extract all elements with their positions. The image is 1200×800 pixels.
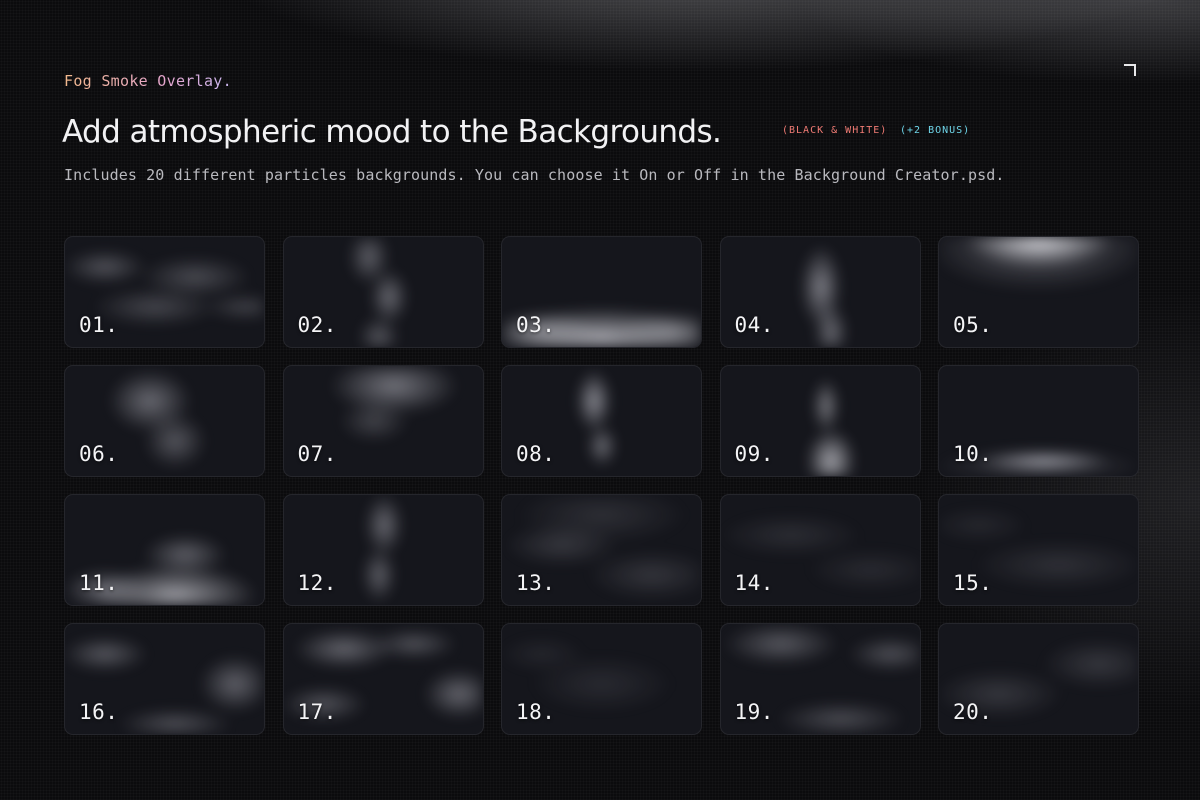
tile-number: 20. — [953, 700, 993, 724]
fog-tile[interactable]: 13. — [501, 494, 702, 606]
fog-tile[interactable]: 18. — [501, 623, 702, 735]
tile-number: 15. — [953, 571, 993, 595]
fog-tile[interactable]: 01. — [64, 236, 265, 348]
fog-tile[interactable]: 04. — [719, 236, 921, 348]
tile-number: 04. — [734, 313, 774, 337]
corner-bracket-icon — [1124, 64, 1136, 76]
tile-number: 13. — [516, 571, 556, 595]
tile-number: 19. — [734, 700, 774, 724]
fog-tile[interactable]: 12. — [282, 494, 484, 606]
tile-number: 17. — [297, 700, 337, 724]
fog-tile[interactable]: 11. — [64, 494, 265, 606]
tile-number: 03. — [516, 313, 556, 337]
fog-tile[interactable]: 06. — [64, 365, 265, 477]
tile-number: 12. — [297, 571, 337, 595]
tag-bonus: (+2 BONUS) — [900, 125, 971, 136]
fog-tile[interactable]: 14. — [719, 494, 921, 606]
tag-black-white: (BLACK & WHITE) — [782, 125, 888, 136]
tile-number: 09. — [734, 442, 774, 466]
page-subtitle: Includes 20 different particles backgrou… — [64, 166, 1005, 184]
tile-number: 10. — [953, 442, 993, 466]
tile-number: 07. — [297, 442, 337, 466]
tile-number: 16. — [79, 700, 119, 724]
fog-tile[interactable]: 16. — [64, 623, 265, 735]
fog-tile[interactable]: 02. — [282, 236, 484, 348]
fog-tile[interactable]: 07. — [282, 365, 484, 477]
page-title: Add atmospheric mood to the Backgrounds. — [62, 114, 722, 150]
fog-tile[interactable]: 15. — [938, 494, 1139, 606]
fog-tile[interactable]: 08. — [501, 365, 702, 477]
fog-tile-grid: 01. 02. 03. 04. 05. 06. 07. 08. 09. 10. … — [64, 236, 1139, 735]
fog-tile[interactable]: 05. — [938, 236, 1139, 348]
fog-tile[interactable]: 17. — [282, 623, 484, 735]
tile-number: 18. — [516, 700, 556, 724]
fog-tile[interactable]: 03. — [501, 236, 702, 348]
tile-number: 08. — [516, 442, 556, 466]
tile-number: 14. — [734, 571, 774, 595]
fog-tile[interactable]: 19. — [719, 623, 921, 735]
tile-number: 02. — [297, 313, 337, 337]
tile-number: 11. — [79, 571, 119, 595]
fog-tile[interactable]: 20. — [938, 623, 1139, 735]
fog-tile[interactable]: 09. — [719, 365, 921, 477]
page: Fog Smoke Overlay. Add atmospheric mood … — [0, 0, 1200, 800]
fog-tile[interactable]: 10. — [938, 365, 1139, 477]
eyebrow-title: Fog Smoke Overlay. — [64, 72, 232, 90]
tile-number: 05. — [953, 313, 993, 337]
tile-number: 01. — [79, 313, 119, 337]
tile-number: 06. — [79, 442, 119, 466]
